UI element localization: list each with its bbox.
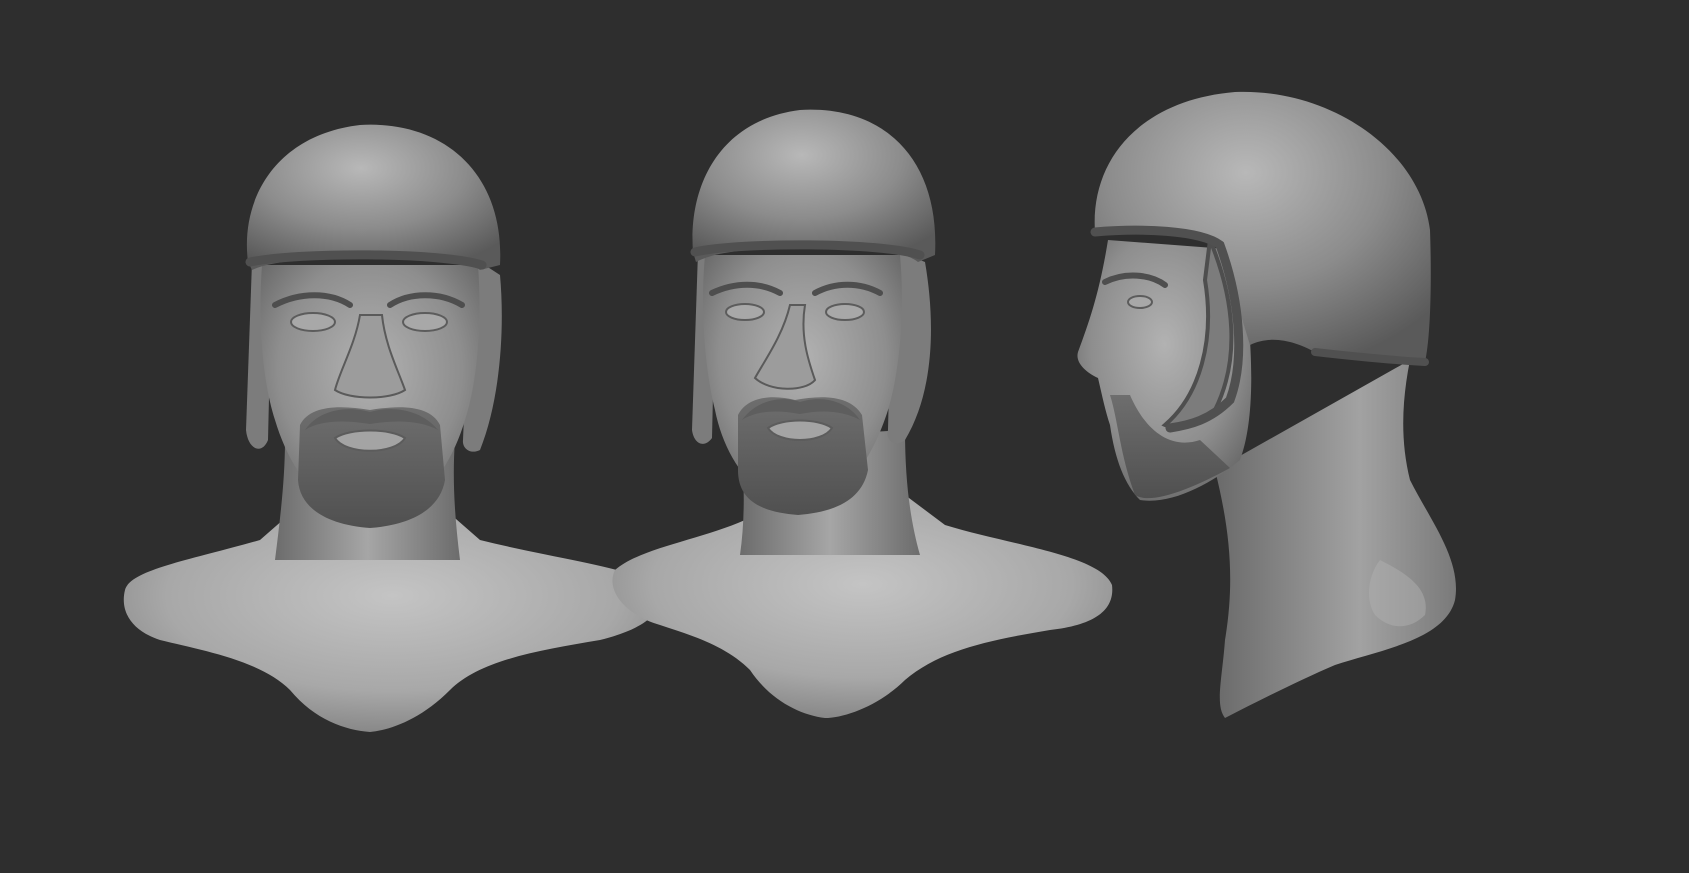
helmet-dome (246, 124, 501, 270)
viewport-canvas (123, 91, 1456, 732)
helmet-rim (245, 250, 487, 270)
beard (298, 407, 445, 528)
eye-right (825, 303, 865, 321)
helmet-dome (692, 109, 936, 262)
bust-profile-view (1077, 91, 1456, 718)
neck (1215, 360, 1456, 718)
bust-front-view (123, 124, 661, 732)
bust-three-quarter-view (612, 109, 1113, 718)
eye-right (402, 312, 448, 332)
helmet-rim (690, 240, 925, 260)
eye-left (725, 303, 765, 321)
sculpt-viewport[interactable] (0, 0, 1689, 873)
eye (1127, 295, 1153, 309)
eye-left (290, 312, 336, 332)
